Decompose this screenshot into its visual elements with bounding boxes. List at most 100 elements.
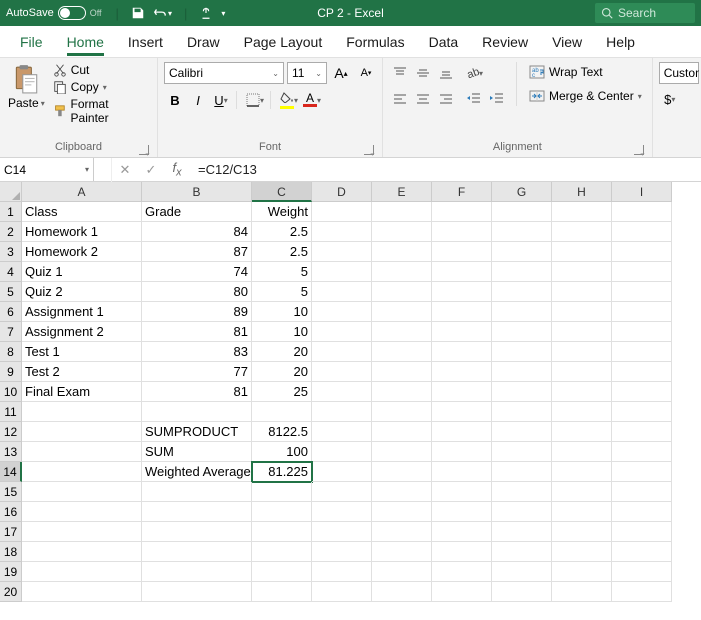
formula-input[interactable]: =C12/C13 (190, 162, 257, 177)
cell-H14[interactable] (552, 462, 612, 482)
row-header-10[interactable]: 10 (0, 382, 22, 402)
cell-C20[interactable] (252, 582, 312, 602)
cell-A18[interactable] (22, 542, 142, 562)
cell-G6[interactable] (492, 302, 552, 322)
cell-F19[interactable] (432, 562, 492, 582)
borders-button[interactable]: ▾ (244, 89, 266, 111)
cell-I5[interactable] (612, 282, 672, 302)
cell-G1[interactable] (492, 202, 552, 222)
cell-E4[interactable] (372, 262, 432, 282)
cell-C15[interactable] (252, 482, 312, 502)
align-bottom-button[interactable] (435, 62, 457, 84)
cell-H7[interactable] (552, 322, 612, 342)
cell-G7[interactable] (492, 322, 552, 342)
cell-F4[interactable] (432, 262, 492, 282)
cell-A10[interactable]: Final Exam (22, 382, 142, 402)
cell-G8[interactable] (492, 342, 552, 362)
col-header-D[interactable]: D (312, 182, 372, 202)
cell-F9[interactable] (432, 362, 492, 382)
cell-H2[interactable] (552, 222, 612, 242)
cell-G17[interactable] (492, 522, 552, 542)
cell-B1[interactable]: Grade (142, 202, 252, 222)
cell-E16[interactable] (372, 502, 432, 522)
cell-F5[interactable] (432, 282, 492, 302)
col-header-E[interactable]: E (372, 182, 432, 202)
cell-C6[interactable]: 10 (252, 302, 312, 322)
cell-H10[interactable] (552, 382, 612, 402)
align-middle-button[interactable] (412, 62, 434, 84)
cell-C5[interactable]: 5 (252, 282, 312, 302)
cell-I14[interactable] (612, 462, 672, 482)
cell-E10[interactable] (372, 382, 432, 402)
col-header-G[interactable]: G (492, 182, 552, 202)
cell-H5[interactable] (552, 282, 612, 302)
row-header-9[interactable]: 9 (0, 362, 22, 382)
cell-B8[interactable]: 83 (142, 342, 252, 362)
cell-B3[interactable]: 87 (142, 242, 252, 262)
cell-I2[interactable] (612, 222, 672, 242)
cell-C7[interactable]: 10 (252, 322, 312, 342)
row-header-2[interactable]: 2 (0, 222, 22, 242)
cell-I9[interactable] (612, 362, 672, 382)
col-header-A[interactable]: A (22, 182, 142, 202)
row-header-14[interactable]: 14 (0, 462, 22, 482)
cell-G9[interactable] (492, 362, 552, 382)
cell-I19[interactable] (612, 562, 672, 582)
cell-B4[interactable]: 74 (142, 262, 252, 282)
cell-F12[interactable] (432, 422, 492, 442)
cell-B14[interactable]: Weighted Average (142, 462, 252, 482)
cell-F13[interactable] (432, 442, 492, 462)
cell-H12[interactable] (552, 422, 612, 442)
cell-E1[interactable] (372, 202, 432, 222)
cell-I15[interactable] (612, 482, 672, 502)
cell-H17[interactable] (552, 522, 612, 542)
accounting-format-button[interactable]: $▾ (659, 88, 681, 110)
tab-page-layout[interactable]: Page Layout (232, 28, 335, 56)
cell-E11[interactable] (372, 402, 432, 422)
col-header-B[interactable]: B (142, 182, 252, 202)
decrease-indent-button[interactable] (463, 88, 485, 110)
cell-E13[interactable] (372, 442, 432, 462)
clipboard-launcher-icon[interactable] (139, 145, 149, 155)
cell-E12[interactable] (372, 422, 432, 442)
row-header-20[interactable]: 20 (0, 582, 22, 602)
cell-C14[interactable]: 81.225 (252, 462, 312, 482)
row-header-3[interactable]: 3 (0, 242, 22, 262)
italic-button[interactable]: I (187, 89, 209, 111)
orientation-button[interactable]: ab▾ (463, 62, 485, 84)
cell-G12[interactable] (492, 422, 552, 442)
cell-I13[interactable] (612, 442, 672, 462)
cell-G5[interactable] (492, 282, 552, 302)
cell-I6[interactable] (612, 302, 672, 322)
cancel-formula-button[interactable]: ✕ (112, 158, 138, 182)
cell-B10[interactable]: 81 (142, 382, 252, 402)
bold-button[interactable]: B (164, 89, 186, 111)
cell-E3[interactable] (372, 242, 432, 262)
cell-I16[interactable] (612, 502, 672, 522)
row-header-7[interactable]: 7 (0, 322, 22, 342)
align-right-button[interactable] (435, 88, 457, 110)
cell-E9[interactable] (372, 362, 432, 382)
name-box[interactable]: C14▾ (0, 158, 94, 181)
cell-H16[interactable] (552, 502, 612, 522)
tab-home[interactable]: Home (55, 28, 116, 56)
cell-B5[interactable]: 80 (142, 282, 252, 302)
underline-button[interactable]: U▾ (210, 89, 232, 111)
row-header-1[interactable]: 1 (0, 202, 22, 222)
cell-C10[interactable]: 25 (252, 382, 312, 402)
row-header-6[interactable]: 6 (0, 302, 22, 322)
cell-E15[interactable] (372, 482, 432, 502)
cell-H9[interactable] (552, 362, 612, 382)
cell-G3[interactable] (492, 242, 552, 262)
cell-I7[interactable] (612, 322, 672, 342)
cell-B9[interactable]: 77 (142, 362, 252, 382)
font-launcher-icon[interactable] (364, 145, 374, 155)
cell-D20[interactable] (312, 582, 372, 602)
cell-C16[interactable] (252, 502, 312, 522)
cell-D18[interactable] (312, 542, 372, 562)
cell-E19[interactable] (372, 562, 432, 582)
row-header-18[interactable]: 18 (0, 542, 22, 562)
number-format-combo[interactable]: Custom (659, 62, 699, 84)
cell-A12[interactable] (22, 422, 142, 442)
cell-G18[interactable] (492, 542, 552, 562)
